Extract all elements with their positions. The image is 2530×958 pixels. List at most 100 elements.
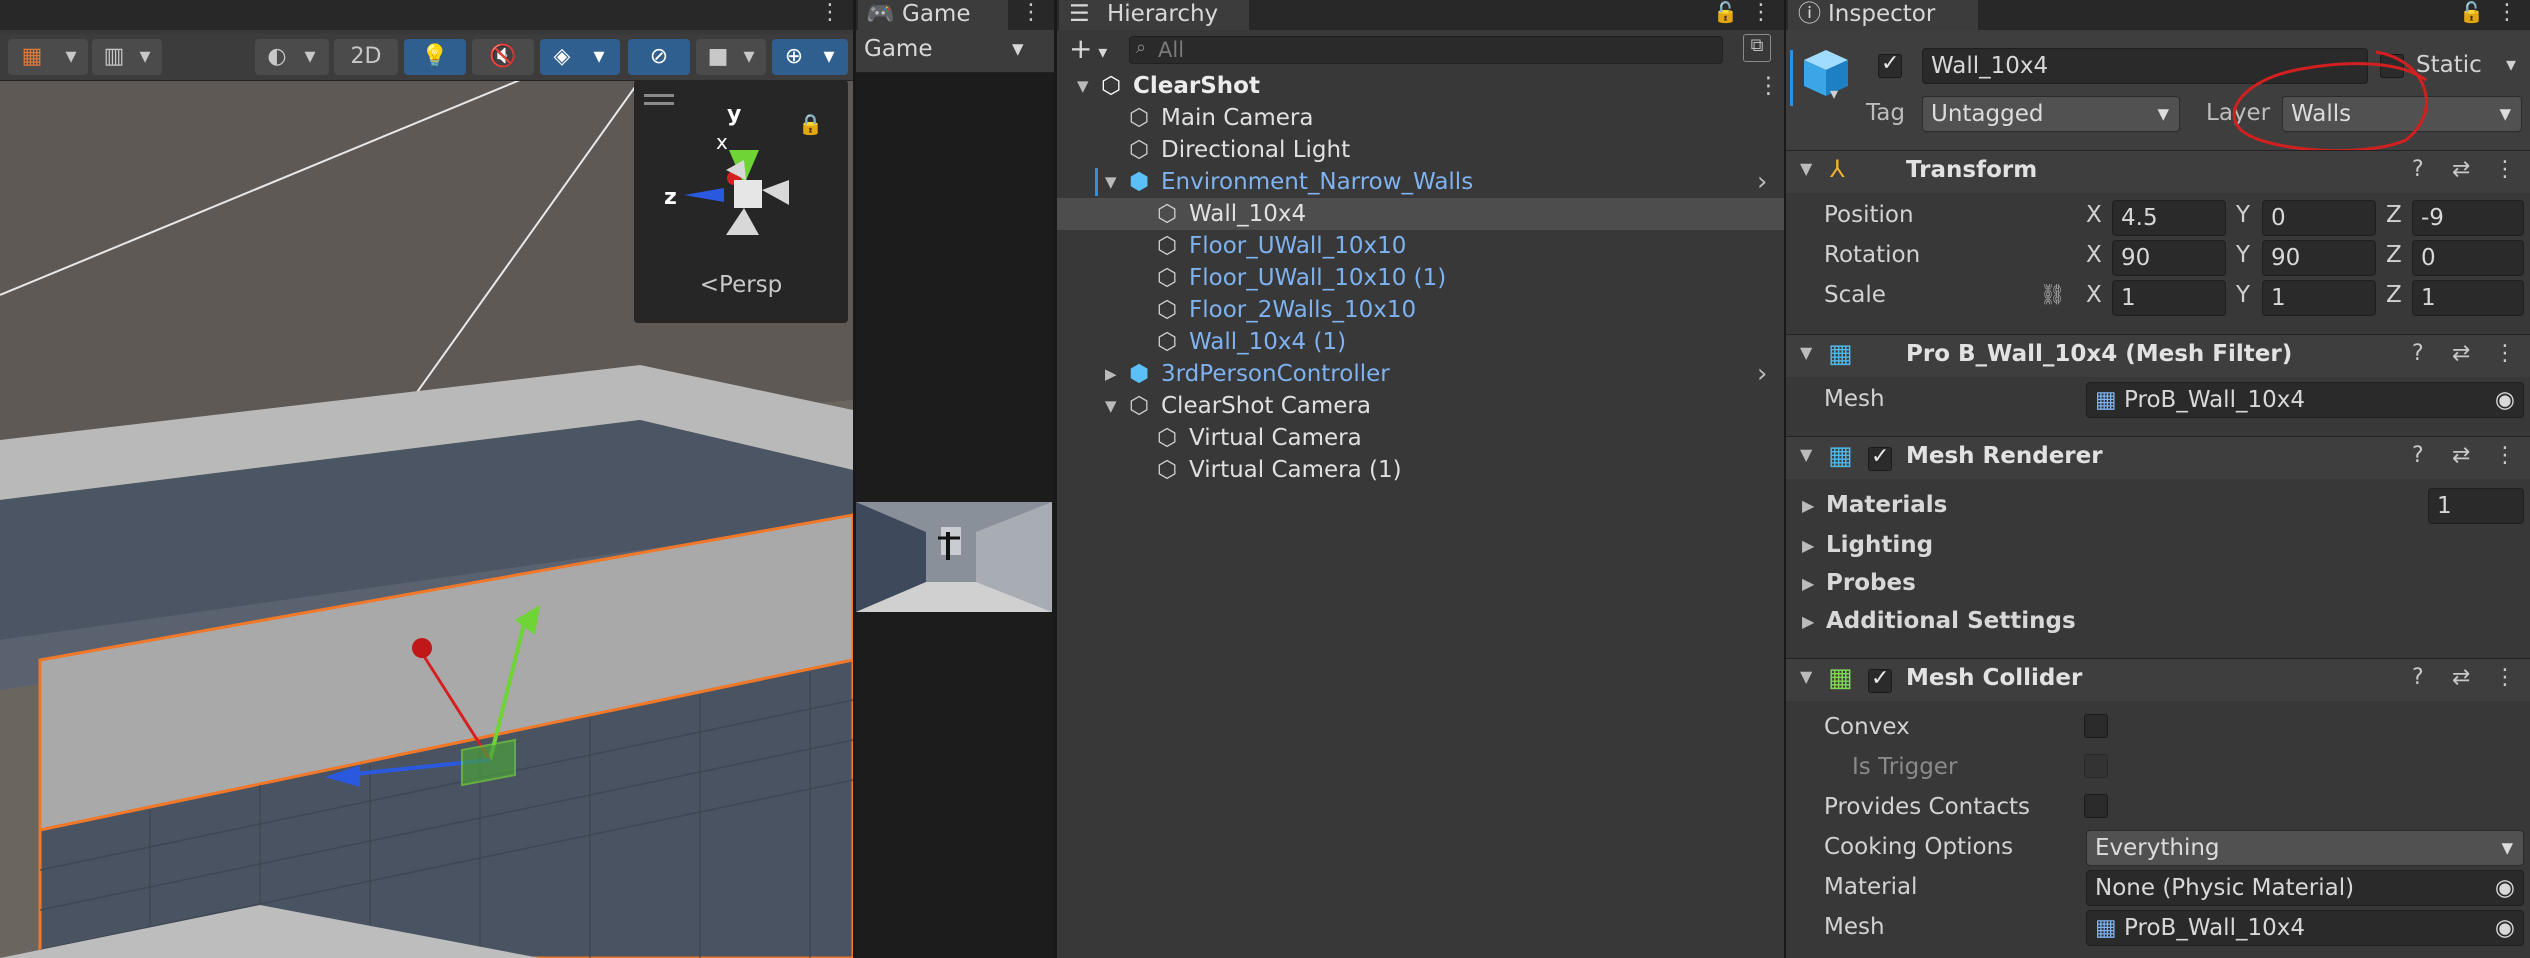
lighting-foldout[interactable]: Lighting <box>1826 532 1933 558</box>
rotation-y-field[interactable]: 90 <box>2262 240 2376 276</box>
hierarchy-panel[interactable]: ☰ Hierarchy 🔓 ⋮ + ▾ ⌕ All ⧉ ▼ ⬡ ClearShot ⋮… <box>1057 0 1784 958</box>
position-x-field[interactable]: 4.5 <box>2112 200 2226 236</box>
lighting-toggle-button[interactable]: 💡 <box>404 39 466 75</box>
expand-arrow-icon[interactable]: ▼ <box>1105 390 1117 422</box>
orientation-gizmo[interactable]: 🔒 y x z <Persp <box>634 80 848 323</box>
search-options-icon[interactable]: ⧉ <box>1743 34 1771 62</box>
expand-arrow-icon[interactable]: ▼ <box>1077 70 1089 102</box>
tab-game[interactable]: 🎮 Game <box>858 0 1008 30</box>
foldout-arrow-icon[interactable]: ▶ <box>1802 496 1814 515</box>
display-dropdown[interactable]: Game ▾ <box>864 36 1024 62</box>
gizmos-button[interactable]: ⊕ ▾ <box>772 39 848 75</box>
effects-button[interactable]: ◈ ▾ <box>540 39 620 75</box>
lock-icon[interactable]: 🔓 <box>2459 0 2484 24</box>
more-menu-icon[interactable]: ⋮ <box>819 0 841 25</box>
component-menu-icon[interactable]: ⋮ <box>2494 341 2516 366</box>
foldout-arrow-icon[interactable]: ▼ <box>1800 343 1812 362</box>
presets-icon[interactable]: ⇄ <box>2452 443 2470 468</box>
audio-toggle-button[interactable]: 🔇 <box>472 39 534 75</box>
hierarchy-row[interactable]: ⬡ Floor_2Walls_10x10 <box>1057 294 1784 326</box>
object-picker-icon[interactable]: ◉ <box>2495 871 2515 905</box>
hierarchy-row[interactable]: ⬡ Floor_UWall_10x10 (1) <box>1057 262 1784 294</box>
mesh-collider-header[interactable]: ▼ ▦ Mesh Collider ? ⇄ ⋮ <box>1786 658 2530 701</box>
help-icon[interactable]: ? <box>2412 341 2424 366</box>
camera-settings-button[interactable]: ■ ▾ <box>696 39 766 75</box>
more-menu-icon[interactable]: ⋮ <box>2496 0 2518 25</box>
hierarchy-row[interactable]: ⬡ Wall_10x4 (1) <box>1057 326 1784 358</box>
icon-dropdown-chevron-icon[interactable]: ▾ <box>1830 84 1838 103</box>
game-view[interactable]: 🎮 Game ⋮ Game ▾ <box>856 0 1054 958</box>
open-prefab-arrow-icon[interactable]: › <box>1757 358 1767 390</box>
convex-checkbox[interactable] <box>2084 714 2108 738</box>
visibility-toggle-button[interactable]: ⊘ <box>628 39 690 75</box>
foldout-arrow-icon[interactable]: ▶ <box>1802 574 1814 593</box>
hierarchy-row[interactable]: ⬡ Virtual Camera (1) <box>1057 454 1784 486</box>
static-dropdown-chevron-icon[interactable]: ▾ <box>2506 52 2516 76</box>
help-icon[interactable]: ? <box>2412 157 2424 182</box>
is-trigger-checkbox[interactable] <box>2084 754 2108 778</box>
hierarchy-row[interactable]: ⬡ Virtual Camera <box>1057 422 1784 454</box>
hierarchy-row[interactable]: ▼ ⬡ ClearShot Camera <box>1057 390 1784 422</box>
foldout-arrow-icon[interactable]: ▼ <box>1800 159 1812 178</box>
component-menu-icon[interactable]: ⋮ <box>2494 665 2516 690</box>
position-y-field[interactable]: 0 <box>2262 200 2376 236</box>
axis-gizmo-drawing[interactable] <box>664 110 814 260</box>
open-prefab-arrow-icon[interactable]: › <box>1757 166 1767 198</box>
help-icon[interactable]: ? <box>2412 443 2424 468</box>
drag-handle-icon[interactable] <box>644 94 674 97</box>
hierarchy-row[interactable]: ⬡ Floor_UWall_10x10 <box>1057 230 1784 262</box>
hierarchy-row[interactable]: ▶ ⬢ 3rdPersonController › <box>1057 358 1784 390</box>
foldout-arrow-icon[interactable]: ▼ <box>1800 667 1812 686</box>
foldout-arrow-icon[interactable]: ▶ <box>1802 612 1814 631</box>
projection-toggle[interactable]: <Persp <box>634 272 848 298</box>
object-picker-icon[interactable]: ◉ <box>2495 911 2515 945</box>
lock-icon[interactable]: 🔓 <box>1713 0 1738 24</box>
probes-foldout[interactable]: Probes <box>1826 570 1916 596</box>
more-menu-icon[interactable]: ⋮ <box>1750 0 1772 25</box>
expand-arrow-icon[interactable]: ▼ <box>1105 166 1117 198</box>
rotation-x-field[interactable]: 90 <box>2112 240 2226 276</box>
hierarchy-row[interactable]: ⬡ Directional Light <box>1057 134 1784 166</box>
mesh-renderer-enabled-checkbox[interactable] <box>1868 444 1892 471</box>
cooking-options-dropdown[interactable]: Everything ▾ <box>2086 830 2524 866</box>
snap-settings-button[interactable]: ▦ ▾ <box>8 39 88 75</box>
materials-count-field[interactable]: 1 <box>2428 488 2524 524</box>
mesh-filter-header[interactable]: ▼ ▦ Pro B_Wall_10x4 (Mesh Filter) ? ⇄ ⋮ <box>1786 334 2530 377</box>
collider-material-field[interactable]: None (Physic Material) ◉ <box>2086 870 2524 906</box>
grid-button[interactable]: ▥ ▾ <box>92 39 162 75</box>
2d-toggle-button[interactable]: 2D <box>334 39 398 75</box>
collider-mesh-field[interactable]: ▦ ProB_Wall_10x4 ◉ <box>2086 910 2524 946</box>
scale-y-field[interactable]: 1 <box>2262 280 2376 316</box>
active-checkbox[interactable] <box>1878 51 1902 78</box>
mesh-object-field[interactable]: ▦ ProB_Wall_10x4 ◉ <box>2086 382 2524 418</box>
presets-icon[interactable]: ⇄ <box>2452 341 2470 366</box>
hierarchy-row[interactable]: ⬡ Main Camera <box>1057 102 1784 134</box>
draw-mode-button[interactable]: ◐ ▾ <box>255 39 329 75</box>
provides-contacts-checkbox[interactable] <box>2084 794 2108 818</box>
inspector-panel[interactable]: ⓘ Inspector 🔓 ⋮ ▾ Wall_10x4 Static ▾ Tag… <box>1786 0 2530 958</box>
create-button[interactable]: + ▾ <box>1069 32 1107 65</box>
presets-icon[interactable]: ⇄ <box>2452 157 2470 182</box>
foldout-arrow-icon[interactable]: ▼ <box>1800 445 1812 464</box>
help-icon[interactable]: ? <box>2412 665 2424 690</box>
component-menu-icon[interactable]: ⋮ <box>2494 157 2516 182</box>
transform-header[interactable]: ▼ ⅄ Transform ? ⇄ ⋮ <box>1786 150 2530 193</box>
presets-icon[interactable]: ⇄ <box>2452 665 2470 690</box>
scale-x-field[interactable]: 1 <box>2112 280 2226 316</box>
tag-dropdown[interactable]: Untagged ▾ <box>1922 96 2180 132</box>
scale-z-field[interactable]: 1 <box>2412 280 2524 316</box>
scene-menu-icon[interactable]: ⋮ <box>1757 70 1780 102</box>
collapse-arrow-icon[interactable]: ▶ <box>1105 358 1117 390</box>
more-menu-icon[interactable]: ⋮ <box>1020 0 1042 25</box>
object-picker-icon[interactable]: ◉ <box>2495 383 2515 417</box>
hierarchy-row[interactable]: ⬡ Wall_10x4 <box>1057 198 1784 230</box>
tab-inspector[interactable]: ⓘ Inspector <box>1788 0 1978 30</box>
hierarchy-row[interactable]: ▼ ⬡ ClearShot ⋮ <box>1057 70 1784 102</box>
materials-foldout[interactable]: Materials <box>1826 492 1947 518</box>
foldout-arrow-icon[interactable]: ▶ <box>1802 536 1814 555</box>
mesh-collider-enabled-checkbox[interactable] <box>1868 666 1892 693</box>
hierarchy-search-input[interactable]: ⌕ All <box>1129 36 1723 64</box>
component-menu-icon[interactable]: ⋮ <box>2494 443 2516 468</box>
additional-settings-foldout[interactable]: Additional Settings <box>1826 608 2076 634</box>
hierarchy-row[interactable]: ▼ ⬢ Environment_Narrow_Walls › <box>1057 166 1784 198</box>
